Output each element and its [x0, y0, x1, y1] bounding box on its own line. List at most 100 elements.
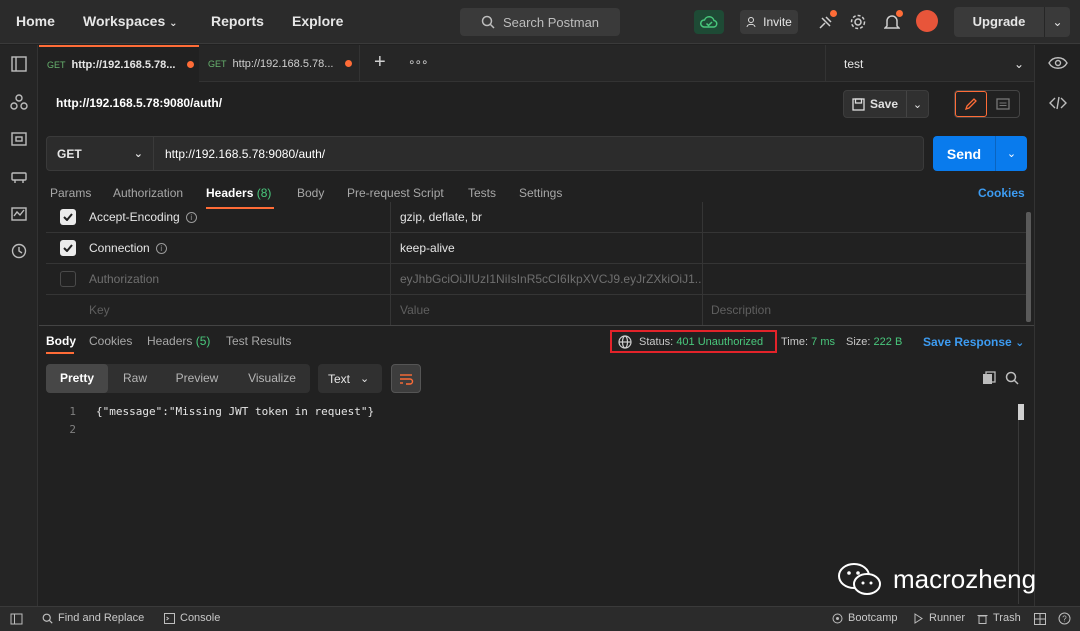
runner-icon — [914, 612, 923, 624]
eye-icon[interactable] — [1048, 55, 1068, 71]
response-time[interactable]: Time: 7 ms — [781, 336, 835, 348]
info-icon[interactable]: i — [155, 243, 167, 255]
tab-pre-request-script[interactable]: Pre-request Script — [347, 186, 444, 200]
method-select[interactable]: GET ⌄ — [46, 136, 154, 171]
environments-icon[interactable] — [10, 130, 28, 148]
tab-settings[interactable]: Settings — [519, 186, 562, 200]
headers-scrollbar[interactable] — [1026, 212, 1031, 322]
line-number: 2 — [69, 423, 76, 436]
tab-response-cookies[interactable]: Cookies — [89, 334, 132, 348]
header-checkbox[interactable] — [60, 240, 76, 256]
description-input[interactable]: Description — [703, 295, 1026, 326]
tab-response-headers[interactable]: Headers (5) — [147, 334, 210, 348]
console-icon — [164, 612, 175, 624]
bootcamp-button[interactable]: Bootcamp — [832, 612, 898, 624]
chevron-down-icon: ⌄ — [360, 373, 370, 385]
info-icon[interactable]: i — [185, 212, 197, 224]
nav-home[interactable]: Home — [16, 0, 55, 44]
table-row-new: Key Value Description — [46, 295, 1026, 326]
search-input[interactable]: Search Postman — [460, 8, 620, 36]
response-size[interactable]: Size: 222 B — [846, 336, 902, 348]
avatar[interactable] — [916, 10, 938, 32]
cookies-link[interactable]: Cookies — [978, 186, 1025, 200]
settings-gear-icon[interactable] — [848, 12, 868, 32]
apis-icon[interactable] — [10, 93, 28, 111]
code-line: {"message":"Missing JWT token in request… — [96, 405, 375, 418]
chevron-down-icon[interactable]: ⌄ — [907, 98, 928, 111]
help-icon[interactable]: ? — [1058, 612, 1071, 625]
invite-button[interactable]: Invite — [740, 10, 798, 34]
view-visualize[interactable]: Visualize — [234, 364, 310, 393]
unsaved-dot-icon — [187, 61, 195, 68]
find-replace-button[interactable]: Find and Replace — [42, 612, 144, 624]
more-tabs-icon[interactable]: ∘∘∘ — [408, 55, 429, 69]
runner-button[interactable]: Runner — [913, 612, 965, 624]
tab-params[interactable]: Params — [50, 186, 91, 200]
search-icon[interactable] — [1005, 371, 1019, 385]
right-sidebar — [1034, 45, 1080, 606]
environment-select[interactable]: test ⌄ — [825, 45, 1034, 82]
header-checkbox[interactable] — [60, 209, 76, 225]
tab-tests[interactable]: Tests — [468, 186, 496, 200]
trash-button[interactable]: Trash — [977, 612, 1021, 624]
request-tab-active[interactable]: GET http://192.168.5.78... — [39, 45, 199, 82]
documentation-icon[interactable] — [987, 91, 1019, 117]
editor-scrollbar[interactable] — [1018, 404, 1024, 420]
mock-servers-icon[interactable] — [10, 167, 28, 185]
table-row: Accept-Encoding i gzip, deflate, br — [46, 202, 1026, 233]
status-badge[interactable]: Status: 401 Unauthorized — [610, 330, 777, 353]
history-icon[interactable] — [10, 242, 28, 260]
nav-workspaces[interactable]: Workspaces ⌄ — [83, 0, 178, 44]
collections-icon[interactable] — [10, 55, 28, 73]
layout-grid-icon[interactable] — [1034, 613, 1046, 625]
value-input[interactable]: Value — [391, 295, 703, 326]
notifications-bell-icon[interactable] — [882, 10, 903, 32]
tab-test-results[interactable]: Test Results — [226, 334, 291, 348]
bootcamp-icon — [832, 613, 843, 623]
chevron-down-icon[interactable]: ⌄ — [1045, 15, 1070, 29]
trash-icon — [977, 614, 988, 624]
satellite-icon[interactable] — [816, 10, 837, 32]
key-input[interactable]: Key — [89, 295, 110, 326]
save-button[interactable]: Save ⌄ — [843, 90, 929, 118]
format-select[interactable]: Text ⌄ — [318, 364, 382, 393]
tab-headers[interactable]: Headers (8) — [206, 186, 271, 200]
save-disk-icon — [852, 97, 865, 111]
tab-authorization[interactable]: Authorization — [113, 186, 183, 200]
monitors-icon[interactable] — [10, 205, 28, 223]
new-tab-plus-icon[interactable]: + — [374, 51, 386, 74]
save-response-button[interactable]: Save Response ⌄ — [923, 335, 1024, 349]
edit-pencil-icon[interactable] — [955, 91, 987, 117]
upgrade-button[interactable]: Upgrade ⌄ — [954, 7, 1070, 37]
view-mode-group: Pretty Raw Preview Visualize — [46, 364, 310, 393]
view-raw[interactable]: Raw — [110, 364, 160, 393]
console-button[interactable]: Console — [164, 612, 220, 624]
chevron-down-icon[interactable]: ⌄ — [996, 147, 1027, 160]
active-tab-indicator — [46, 352, 74, 354]
tab-response-body[interactable]: Body — [46, 334, 76, 348]
chevron-down-icon: ⌄ — [1013, 56, 1024, 71]
sidebar-toggle-icon[interactable] — [10, 613, 23, 625]
url-input[interactable]: http://192.168.5.78:9080/auth/ — [154, 136, 924, 171]
wrap-lines-icon[interactable] — [391, 364, 421, 393]
globe-icon — [618, 334, 632, 349]
request-title[interactable]: http://192.168.5.78:9080/auth/ — [56, 96, 222, 110]
nav-reports[interactable]: Reports — [211, 0, 264, 44]
left-sidebar — [0, 45, 38, 606]
copy-icon[interactable] — [982, 371, 996, 385]
code-icon[interactable] — [1049, 96, 1067, 110]
pane-divider[interactable] — [39, 325, 1034, 326]
view-pretty[interactable]: Pretty — [46, 364, 108, 393]
header-checkbox[interactable] — [60, 271, 76, 287]
sync-cloud-icon[interactable] — [694, 10, 724, 34]
tab-body[interactable]: Body — [297, 186, 324, 200]
user-add-icon — [746, 17, 756, 28]
chevron-down-icon: ⌄ — [133, 148, 143, 160]
send-button[interactable]: Send ⌄ — [933, 136, 1027, 171]
request-tab[interactable]: GET http://192.168.5.78... — [200, 45, 360, 82]
unsaved-dot-icon — [345, 60, 353, 67]
nav-explore[interactable]: Explore — [292, 0, 343, 44]
line-number: 1 — [69, 405, 76, 418]
headers-table: Accept-Encoding i gzip, deflate, br Conne… — [46, 202, 1026, 326]
view-preview[interactable]: Preview — [164, 364, 230, 393]
